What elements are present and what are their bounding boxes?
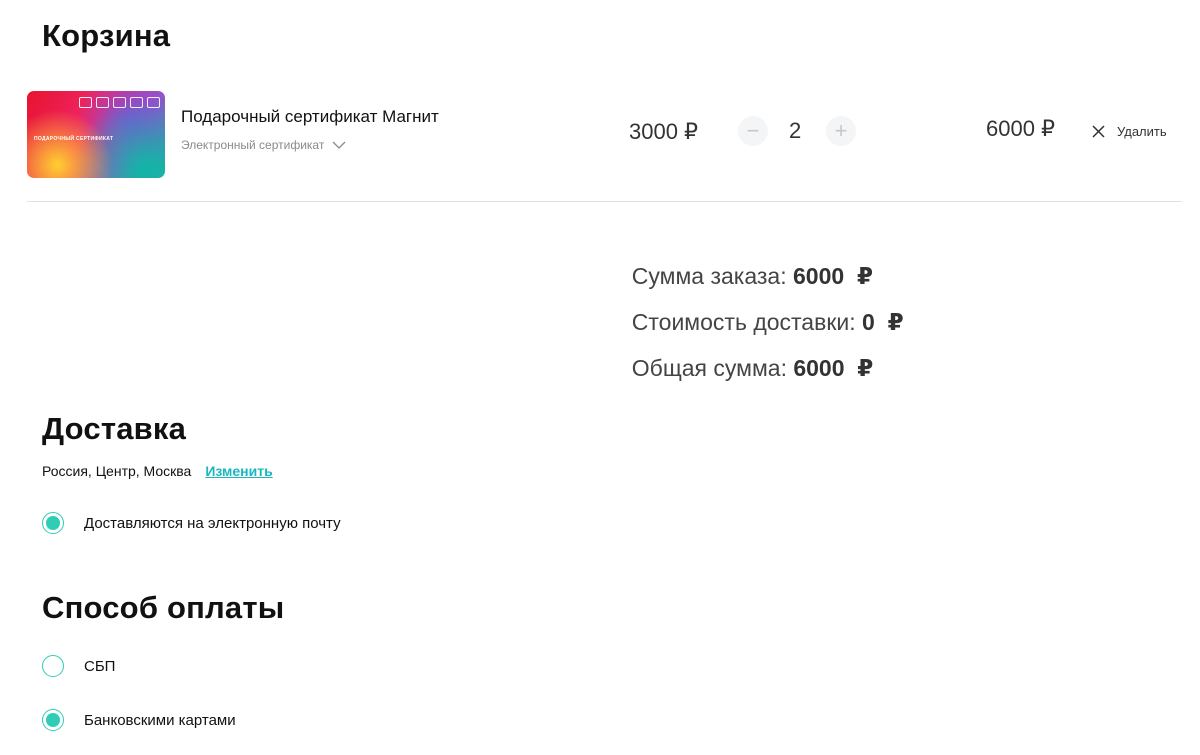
payment-option-card[interactable]: Банковскими картами (42, 709, 236, 731)
region-text: Россия, Центр, Москва (42, 463, 192, 479)
radio-selected[interactable] (42, 512, 64, 534)
radio-selected[interactable] (42, 709, 64, 731)
delete-label: Удалить (1117, 124, 1167, 139)
decrease-quantity-button[interactable]: − (738, 116, 768, 146)
payment-option-sbp[interactable]: СБП (42, 655, 115, 677)
unit-price: 3000 ₽ (629, 119, 699, 144)
product-image[interactable]: ПОДАРОЧНЫЙ СЕРТИФИКАТ (27, 91, 165, 178)
delete-item-button[interactable]: Удалить (1092, 124, 1167, 139)
delivery-title: Доставка (42, 411, 187, 446)
product-name[interactable]: Подарочный сертификат Магнит (181, 107, 439, 127)
increase-quantity-button[interactable]: + (826, 116, 856, 146)
delivery-region: Россия, Центр, Москва Изменить (42, 463, 273, 479)
payment-title: Способ оплаты (42, 590, 285, 625)
chevron-down-icon (332, 141, 346, 149)
close-icon (1092, 125, 1105, 138)
quantity-value: 2 (789, 118, 802, 143)
payment-option-label: Банковскими картами (84, 711, 236, 729)
radio-unselected[interactable] (42, 655, 64, 677)
change-region-link[interactable]: Изменить (205, 463, 272, 479)
delivery-option-label: Доставляются на электронную почту (84, 514, 341, 532)
item-total: 6000 ₽ (986, 116, 1056, 141)
grand-total-value: 6000 ₽ (793, 355, 874, 381)
divider (27, 201, 1182, 202)
card-label: ПОДАРОЧНЫЙ СЕРТИФИКАТ (34, 136, 114, 142)
delivery-option-email[interactable]: Доставляются на электронную почту (42, 512, 341, 534)
grand-total-row: Общая сумма: 6000 ₽ (619, 328, 874, 382)
grand-total-label: Общая сумма: (631, 355, 794, 381)
cart-title: Корзина (42, 18, 171, 53)
card-logos (79, 97, 160, 108)
product-variant: Электронный сертификат (181, 138, 325, 152)
payment-option-label: СБП (84, 657, 116, 675)
product-variant-toggle[interactable]: Электронный сертификат (181, 138, 346, 152)
